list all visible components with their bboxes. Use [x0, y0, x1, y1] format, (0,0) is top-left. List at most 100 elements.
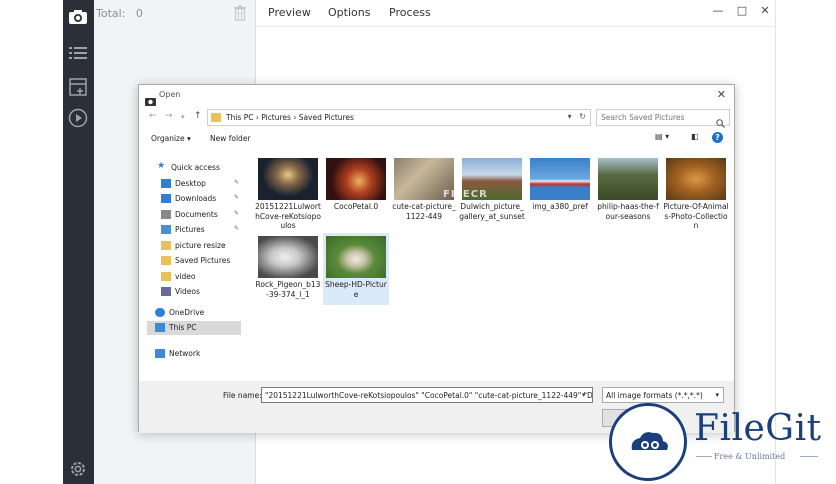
nav-item[interactable]: Documents ✎ [147, 208, 241, 222]
organize-button[interactable]: Organize ▾ [151, 134, 191, 143]
minimize-button[interactable]: — [712, 4, 724, 17]
menu-options[interactable]: Options [328, 6, 370, 19]
divider [696, 456, 712, 457]
play-icon[interactable] [67, 107, 89, 129]
navigation-pane: ★ Quick access Desktop ✎ Downloads ✎ Documents… [147, 155, 241, 381]
desktop-icon [161, 179, 171, 188]
filegit-tagline: Free & Unlimited [714, 452, 786, 461]
nav-item-label: Documents [175, 210, 218, 219]
file-thumbnails: 20151221LulworthCove-reKotsiopoulos Coco… [251, 153, 731, 379]
file-tile[interactable]: Dulwich_picture_gallery_at_sunset [459, 155, 525, 221]
up-arrow-icon[interactable]: ↑ [194, 111, 202, 121]
nav-item[interactable]: video [147, 270, 241, 284]
dialog-close-button[interactable]: ✕ [717, 88, 726, 101]
file-tile[interactable]: Picture-Of-Animals-Photo-Collection [663, 155, 729, 231]
file-tile[interactable]: philip-haas-the-four-seasons [595, 155, 661, 221]
file-tile[interactable]: 20151221LulworthCove-reKotsiopoulos [255, 155, 321, 231]
app-window: Total: 0 Preview Options Process — □ ✕ O… [0, 0, 836, 484]
file-name: CocoPetal.0 [333, 202, 379, 211]
thumbnail-image [530, 158, 590, 200]
list-icon[interactable] [67, 42, 89, 64]
nav-item-label: Desktop [175, 179, 206, 188]
trash-icon[interactable] [233, 5, 247, 21]
nav-item[interactable]: ★ Quick access [147, 161, 241, 175]
search-input[interactable] [597, 110, 715, 125]
videos-icon [161, 287, 171, 296]
pin-icon[interactable]: ✎ [234, 194, 239, 201]
nav-item[interactable]: Pictures ✎ [147, 223, 241, 237]
filecr-watermark: FILECR [443, 189, 488, 200]
documents-icon [161, 210, 171, 219]
menu-process[interactable]: Process [389, 6, 431, 19]
refresh-icon[interactable]: ▾ ↻ [568, 112, 586, 121]
star-icon: ★ [157, 161, 166, 171]
sidebar [63, 0, 94, 484]
nav-item-label: OneDrive [169, 308, 205, 317]
total-value: 0 [135, 7, 143, 20]
breadcrumb[interactable]: This PC › Pictures › Saved Pictures [226, 113, 354, 122]
thumbnail-image [258, 158, 318, 200]
divider [800, 456, 818, 457]
preview-pane-icon[interactable]: ◧ [691, 132, 699, 141]
nav-item-label: video [175, 272, 196, 281]
file-name: Dulwich_picture_gallery_at_sunset [459, 202, 525, 221]
filegit-name: FileGit [694, 408, 822, 449]
view-options-icon[interactable]: ▤ ▾ [655, 132, 669, 141]
thumbnail-image [326, 158, 386, 200]
folder-icon [161, 256, 171, 265]
file-name: Sheep-HD-Picture [325, 280, 387, 299]
cloud-icon [155, 308, 165, 317]
thumbnail-image [598, 158, 658, 200]
total-count: Total: 0 [96, 7, 143, 20]
nav-item[interactable]: Network [147, 347, 241, 361]
recent-dropdown-icon[interactable]: ▾ [181, 113, 185, 121]
help-icon[interactable]: ? [712, 132, 723, 143]
pin-icon[interactable]: ✎ [234, 225, 239, 232]
forward-arrow-icon[interactable]: → [165, 111, 173, 121]
nav-item[interactable]: Downloads ✎ [147, 192, 241, 206]
file-tile[interactable]: img_a380_pref [527, 155, 593, 212]
pin-icon[interactable]: ✎ [234, 179, 239, 186]
nav-item-label: Saved Pictures [175, 256, 231, 265]
camera-icon[interactable] [67, 6, 89, 28]
address-bar[interactable]: This PC › Pictures › Saved Pictures ▾ ↻ [207, 109, 591, 126]
file-name-dropdown-icon[interactable]: ▾ [582, 391, 586, 399]
file-name: philip-haas-the-four-seasons [597, 202, 659, 221]
back-arrow-icon[interactable]: ← [149, 111, 157, 121]
dialog-titlebar: Open ✕ [139, 85, 734, 107]
nav-item-label: Downloads [175, 194, 217, 203]
dialog-toolbar: Organize ▾ New folder ▤ ▾ ◧ ? [139, 129, 734, 149]
nav-item[interactable]: This PC [147, 321, 241, 335]
file-name: img_a380_pref [532, 202, 588, 211]
close-button[interactable]: ✕ [759, 4, 771, 17]
address-row: ← → ▾ ↑ This PC › Pictures › Saved Pictu… [139, 107, 734, 129]
nav-item[interactable]: picture resize [147, 239, 241, 253]
download-icon [161, 194, 171, 203]
file-name-input[interactable]: "20151221LulworthCove-reKotsiopoulos" "C… [261, 387, 593, 403]
search-box[interactable] [596, 109, 730, 128]
dialog-title: Open [159, 90, 181, 99]
nav-item-label: Quick access [171, 163, 220, 172]
file-tile[interactable]: Rock_Pigeon_b13-39-374_l_1 [255, 233, 321, 299]
nav-item[interactable]: Videos [147, 285, 241, 299]
new-folder-button[interactable]: New folder [210, 134, 251, 143]
maximize-button[interactable]: □ [736, 4, 748, 17]
total-label: Total: [96, 7, 126, 20]
thumbnail-image [666, 158, 726, 200]
nav-item[interactable]: OneDrive [147, 306, 241, 320]
nav-item[interactable]: Saved Pictures [147, 254, 241, 268]
file-name: Rock_Pigeon_b13-39-374_l_1 [255, 280, 321, 299]
folder-icon [161, 272, 171, 281]
folder-icon [211, 113, 221, 122]
pin-icon[interactable]: ✎ [234, 210, 239, 217]
file-tile[interactable]: CocoPetal.0 [323, 155, 389, 212]
open-dialog: Open ✕ ← → ▾ ↑ This PC › Pictures › Save… [138, 84, 735, 433]
file-tile[interactable]: cute-cat-picture_1122-449 [391, 155, 457, 221]
thumbnail-image [326, 236, 386, 278]
file-tile[interactable]: Sheep-HD-Picture [323, 233, 389, 305]
edit-icon[interactable] [67, 76, 89, 98]
file-type-value: All image formats (*.*,*.*) [606, 391, 703, 400]
nav-item[interactable]: Desktop ✎ [147, 177, 241, 191]
menu-preview[interactable]: Preview [268, 6, 311, 19]
settings-icon[interactable] [67, 458, 89, 480]
